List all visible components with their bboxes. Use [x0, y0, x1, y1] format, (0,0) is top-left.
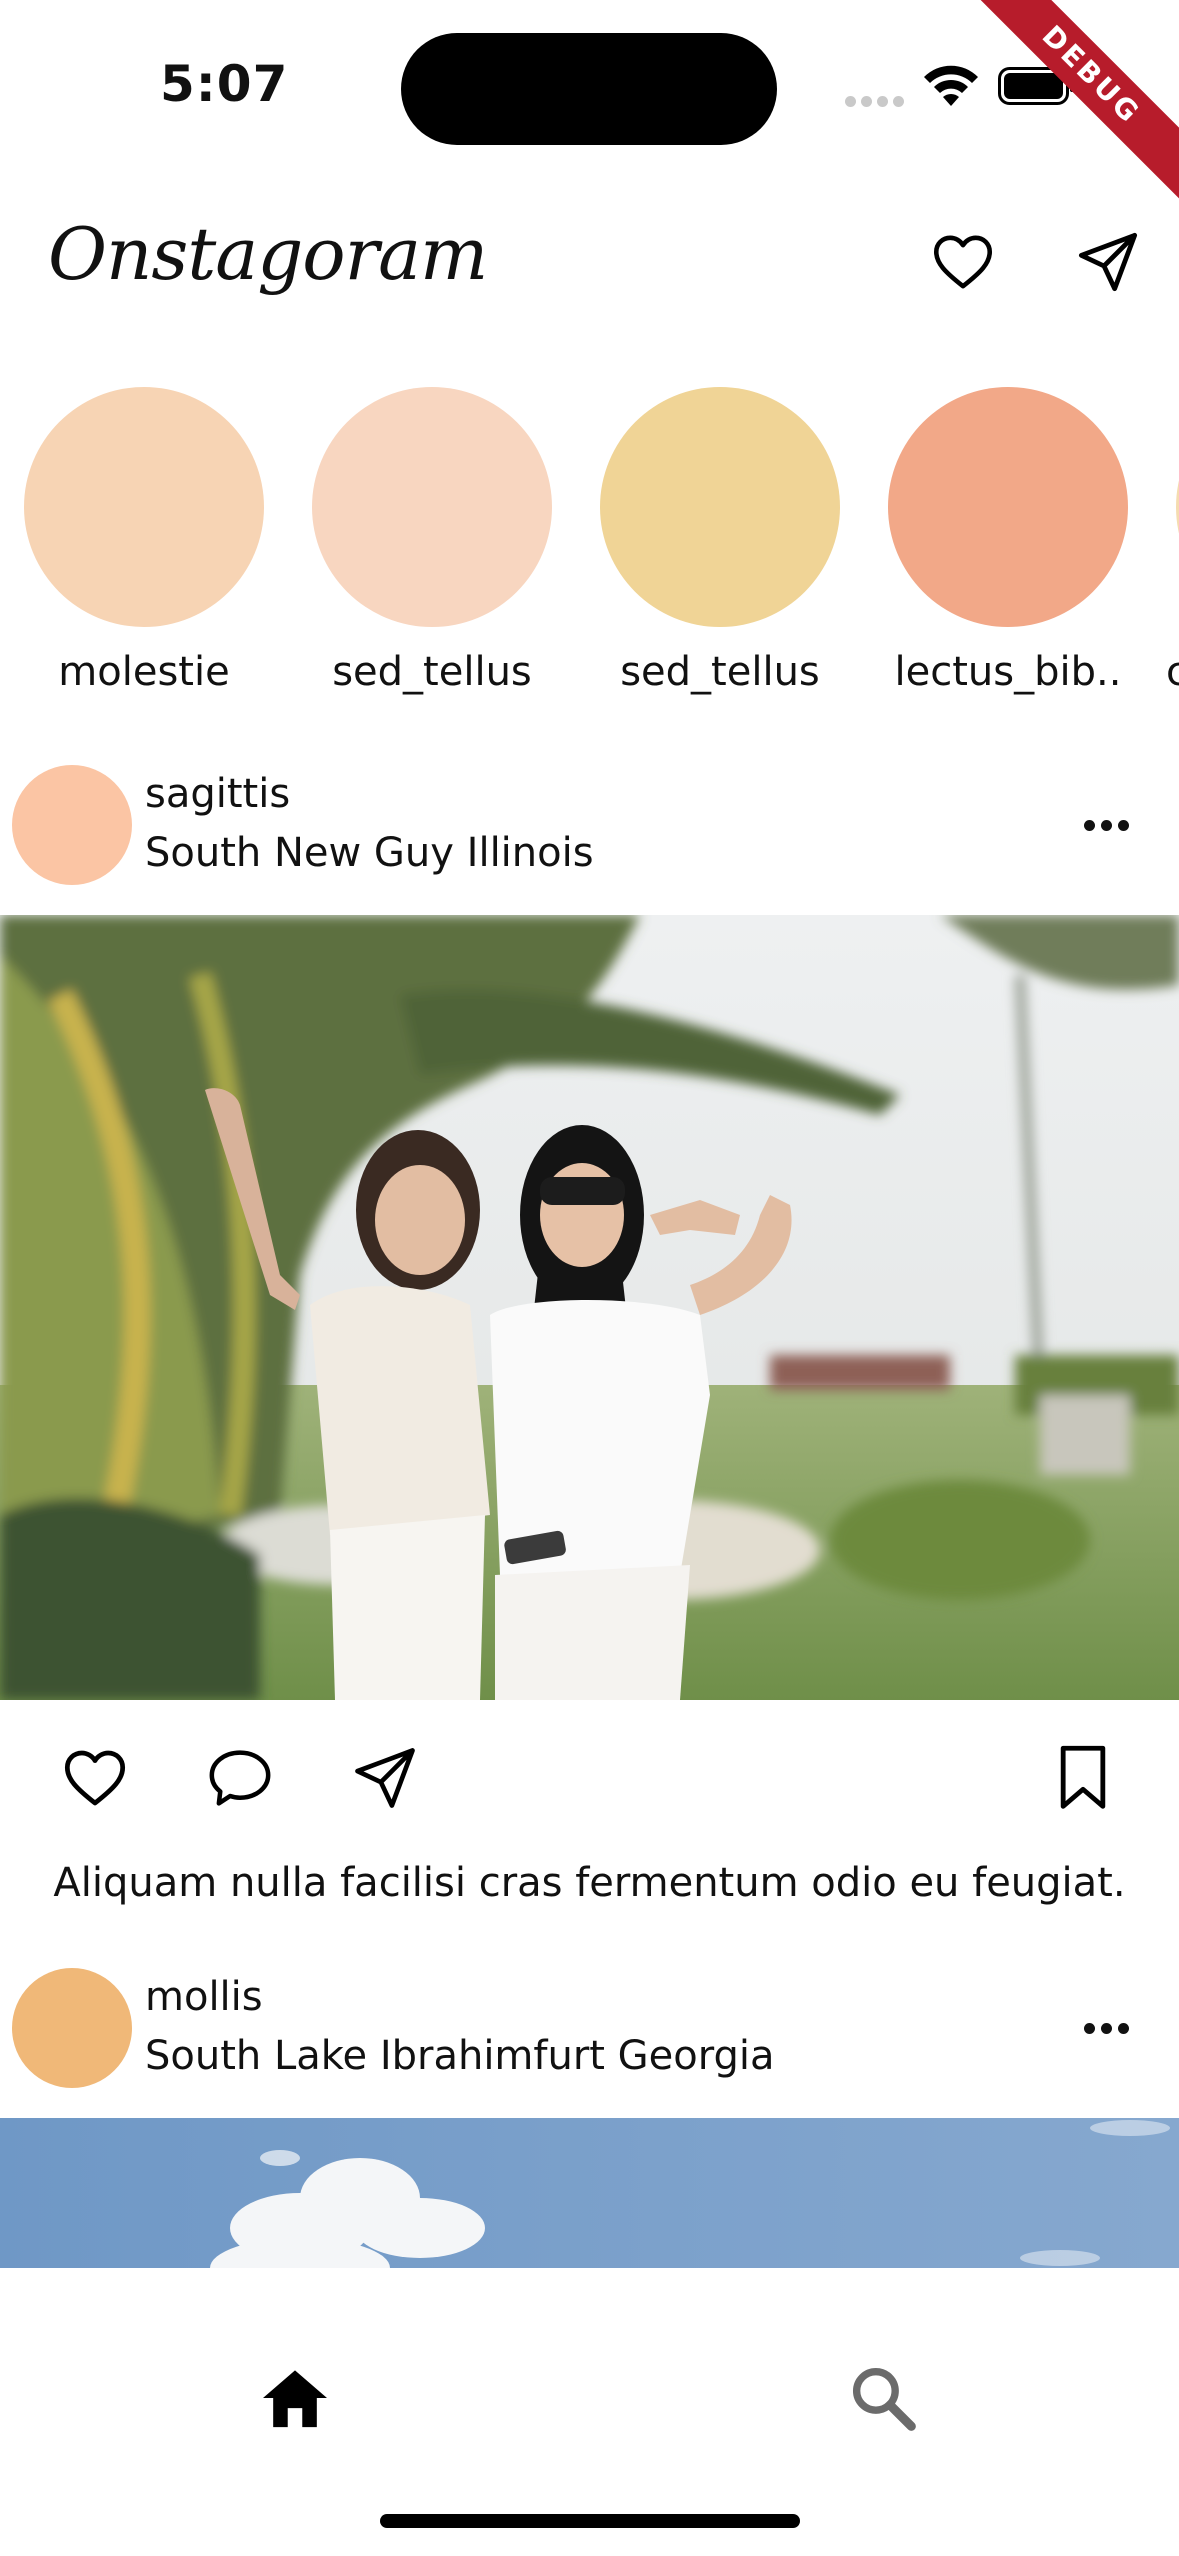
avatar[interactable] [12, 765, 132, 885]
story-avatar [600, 387, 840, 627]
cellular-signal-icon [845, 96, 907, 108]
wifi-icon [924, 65, 978, 106]
story-avatar [888, 387, 1128, 627]
post-location[interactable]: South New Guy Illinois [145, 830, 594, 876]
story-username: lectus_bib.. [894, 649, 1122, 695]
story-item[interactable]: lectus_bib.. [878, 387, 1138, 695]
dynamic-island [401, 33, 777, 145]
comment-icon [209, 1750, 271, 1806]
battery-icon [998, 67, 1075, 105]
search-icon [852, 2367, 916, 2431]
nav-home-button[interactable] [245, 2348, 345, 2448]
heart-icon [64, 1750, 126, 1806]
story-username: sed_tellus [620, 649, 820, 695]
story-item[interactable]: molestie [14, 387, 274, 695]
nav-search-button[interactable] [833, 2348, 933, 2448]
post-username[interactable]: mollis [145, 1974, 263, 2020]
post-options-button[interactable] [1075, 2008, 1137, 2048]
post-options-button[interactable] [1075, 805, 1137, 845]
avatar[interactable] [12, 1968, 132, 2088]
status-time: 5:07 [160, 55, 289, 113]
post-photo[interactable] [0, 915, 1179, 1700]
save-button[interactable] [1043, 1738, 1123, 1818]
home-icon [263, 2370, 327, 2428]
story-item[interactable]: sed_tellus [302, 387, 562, 695]
post-header: sagittis South New Guy Illinois [0, 755, 1179, 895]
post-header: mollis South Lake Ibrahimfurt Georgia [0, 1958, 1179, 2098]
story-item[interactable]: c [1166, 387, 1179, 695]
bookmark-icon [1060, 1745, 1106, 1809]
photo-content [0, 2118, 1179, 2268]
story-avatar [24, 387, 264, 627]
post-caption: Aliquam nulla facilisi cras fermentum od… [53, 1860, 1126, 1906]
like-button[interactable] [55, 1738, 135, 1818]
bottom-navigation-bar [0, 2268, 1179, 2556]
post-location[interactable]: South Lake Ibrahimfurt Georgia [145, 2033, 775, 2079]
more-icon [1083, 819, 1095, 831]
app-title: Onstagoram [48, 212, 488, 296]
share-button[interactable] [345, 1738, 425, 1818]
send-icon [1078, 232, 1138, 292]
post-photo[interactable] [0, 2118, 1179, 2268]
direct-messages-button[interactable] [1068, 222, 1148, 302]
story-username: c [1166, 649, 1179, 695]
photo-content [0, 915, 1179, 1700]
comment-button[interactable] [200, 1738, 280, 1818]
debug-banner: DEBUG [959, 0, 1179, 220]
more-icon [1083, 2022, 1095, 2034]
home-indicator [380, 2514, 800, 2528]
story-username: molestie [58, 649, 230, 695]
stories-row[interactable]: molestie sed_tellus sed_tellus lectus_bi… [0, 387, 1179, 707]
send-icon [355, 1748, 415, 1808]
story-username: sed_tellus [332, 649, 532, 695]
story-item[interactable]: sed_tellus [590, 387, 850, 695]
post-username[interactable]: sagittis [145, 771, 290, 817]
story-avatar [312, 387, 552, 627]
activity-button[interactable] [923, 222, 1003, 302]
heart-icon [933, 235, 993, 289]
